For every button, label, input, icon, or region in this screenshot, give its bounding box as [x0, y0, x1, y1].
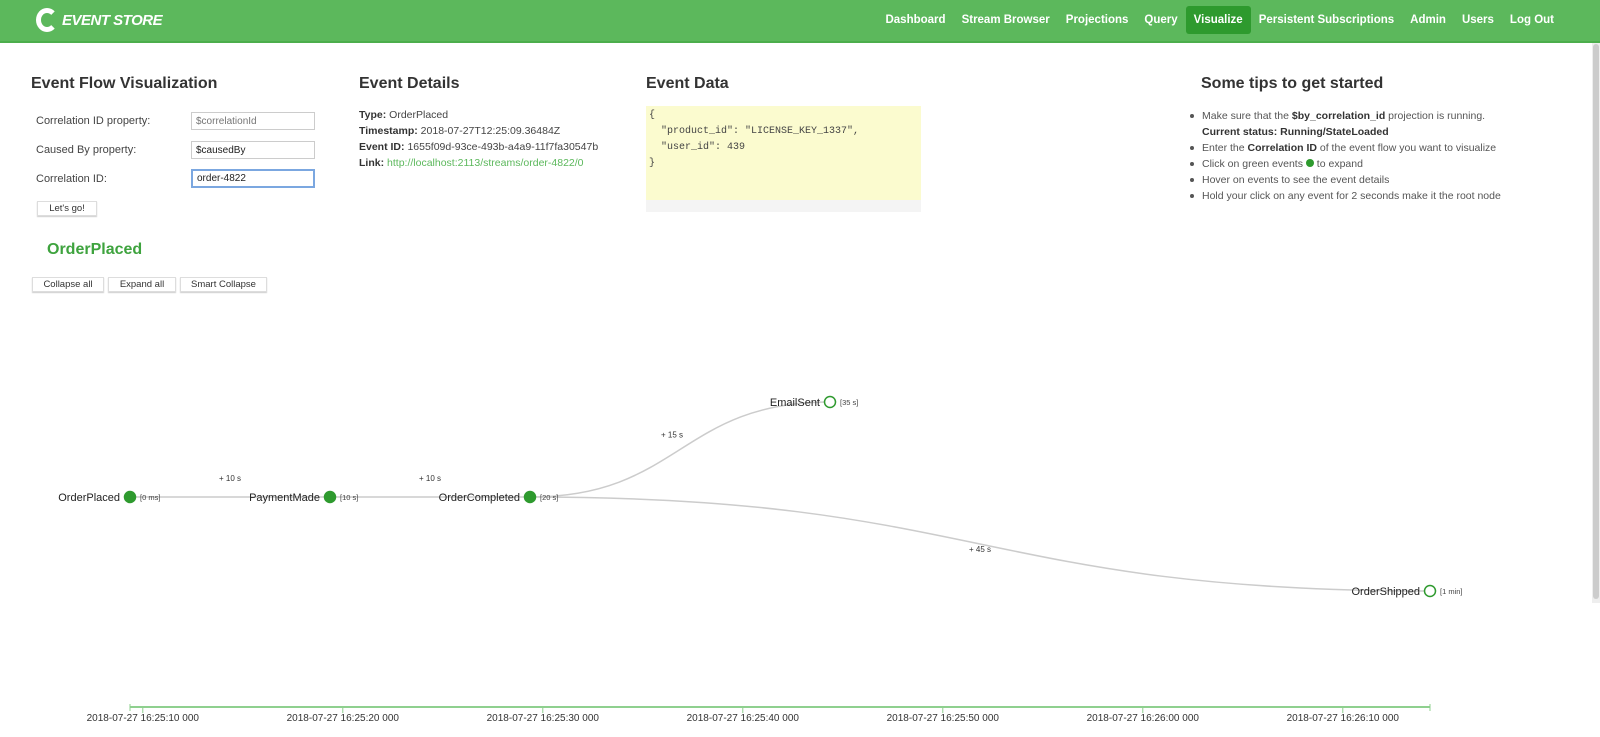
event-node-icon[interactable]: [1423, 584, 1437, 598]
event-offset-label: [10 s]: [340, 493, 358, 502]
event-offset-label: [20 s]: [540, 493, 558, 502]
edge-line: [529, 401, 831, 498]
event-offset-label: [0 ms]: [140, 493, 160, 502]
event-flow-graph: + 10 s + 10 s + 15 s + 45 s OrderPlaced [0 ms…: [58, 395, 1463, 724]
event-node-label[interactable]: OrderCompleted: [439, 492, 520, 504]
axis-tick-label: 2018-07-27 16:25:40 000: [687, 713, 800, 724]
event-node-icon[interactable]: [823, 395, 837, 409]
edge-duration-label: + 10 s: [219, 474, 241, 483]
edge-duration-label: + 10 s: [419, 474, 441, 483]
event-node-label[interactable]: EmailSent: [770, 397, 820, 409]
axis-tick-label: 2018-07-27 16:25:10 000: [87, 713, 200, 724]
edge-duration-label: + 15 s: [661, 431, 683, 440]
edge-duration-label: + 45 s: [969, 545, 991, 554]
axis-tick-label: 2018-07-27 16:26:00 000: [1087, 713, 1200, 724]
event-node-label[interactable]: OrderShipped: [1352, 586, 1421, 598]
edge-line: [529, 496, 1431, 592]
event-node-label[interactable]: PaymentMade: [249, 492, 320, 504]
event-node-icon[interactable]: [123, 490, 137, 504]
event-node-icon[interactable]: [523, 490, 537, 504]
event-node-label[interactable]: OrderPlaced: [58, 492, 120, 504]
axis-tick-label: 2018-07-27 16:25:20 000: [287, 713, 400, 724]
axis-tick-label: 2018-07-27 16:25:30 000: [487, 713, 600, 724]
event-node-icon[interactable]: [323, 490, 337, 504]
axis-tick-label: 2018-07-27 16:25:50 000: [887, 713, 1000, 724]
event-offset-label: [1 min]: [1440, 587, 1463, 596]
page-scrollbar[interactable]: [1592, 43, 1600, 603]
event-offset-label: [35 s]: [840, 398, 858, 407]
axis-tick-label: 2018-07-27 16:26:10 000: [1287, 713, 1400, 724]
